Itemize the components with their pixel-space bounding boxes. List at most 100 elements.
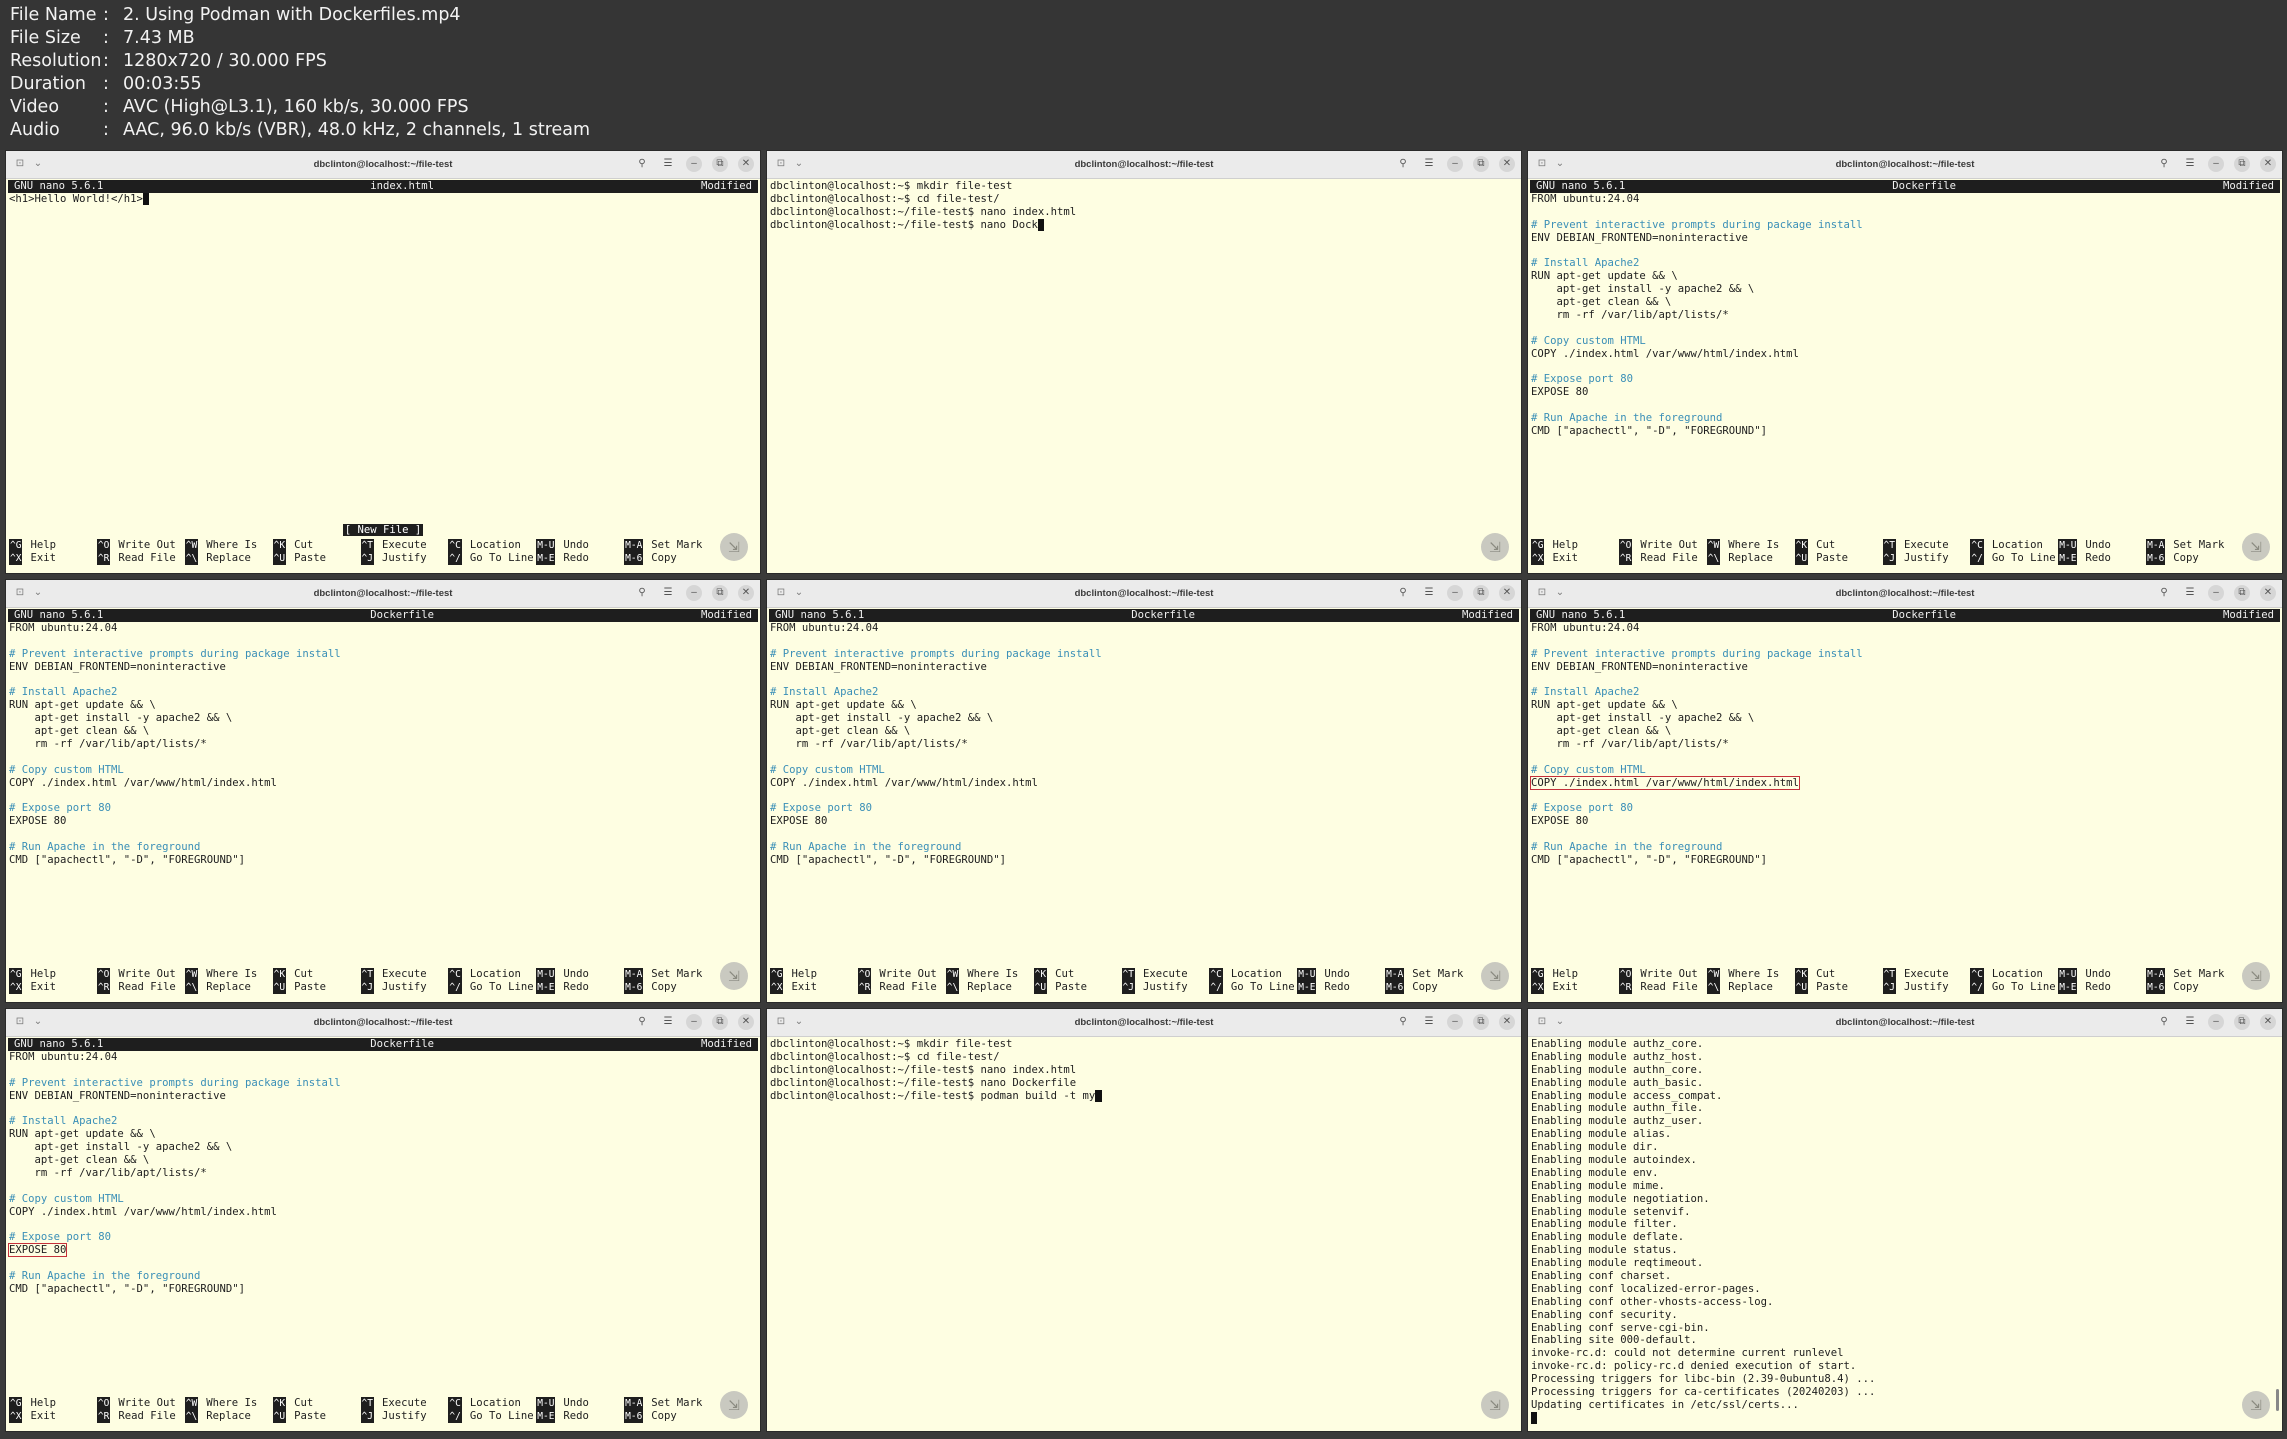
shortcut-read-file[interactable]: ^R Read File — [96, 552, 185, 565]
maximize-icon[interactable]: ⧉ — [2234, 1014, 2250, 1030]
shortcut-go-to-line[interactable]: ^/ Go To Line — [448, 981, 536, 994]
menu-icon[interactable]: ☰ — [660, 1014, 676, 1030]
close-icon[interactable]: ✕ — [1499, 1014, 1515, 1030]
shortcut-copy[interactable]: M-6 Copy — [2146, 981, 2234, 994]
menu-icon[interactable]: ☰ — [1421, 585, 1437, 601]
terminal-content[interactable]: Enabling module authz_core. Enabling modu… — [1528, 1038, 2282, 1431]
terminal-content[interactable]: dbclinton@localhost:~$ mkdir file-test db… — [767, 180, 1521, 573]
shortcut-read-file[interactable]: ^R Read File — [96, 1410, 185, 1423]
shortcut-paste[interactable]: ^U Paste — [1794, 981, 1883, 994]
shortcut-location[interactable]: ^C Location — [1209, 968, 1297, 981]
maximize-icon[interactable]: ⧉ — [712, 156, 728, 172]
maximize-icon[interactable]: ⧉ — [712, 1014, 728, 1030]
shortcut-redo[interactable]: M-E Redo — [1297, 981, 1385, 994]
shortcut-redo[interactable]: M-E Redo — [2058, 552, 2146, 565]
shortcut-where-is[interactable]: ^W Where Is — [1706, 968, 1795, 981]
menu-icon[interactable]: ☰ — [2182, 1014, 2198, 1030]
shortcut-justify[interactable]: ^J Justify — [1882, 981, 1971, 994]
minimize-icon[interactable]: – — [2208, 1014, 2224, 1030]
scroll-down-icon[interactable]: ⇲ — [2242, 962, 2270, 990]
shortcut-paste[interactable]: ^U Paste — [272, 1410, 361, 1423]
search-icon[interactable]: ⚲ — [634, 585, 650, 601]
shortcut-go-to-line[interactable]: ^/ Go To Line — [448, 1410, 536, 1423]
search-icon[interactable]: ⚲ — [2156, 156, 2172, 172]
shortcut-execute[interactable]: ^T Execute — [1882, 968, 1971, 981]
shortcut-execute[interactable]: ^T Execute — [1121, 968, 1210, 981]
close-icon[interactable]: ✕ — [2260, 585, 2276, 601]
shortcut-read-file[interactable]: ^R Read File — [857, 981, 946, 994]
menu-icon[interactable]: ☰ — [660, 585, 676, 601]
search-icon[interactable]: ⚲ — [1395, 1014, 1411, 1030]
shortcut-where-is[interactable]: ^W Where Is — [945, 968, 1034, 981]
shortcut-write-out[interactable]: ^O Write Out — [96, 968, 185, 981]
shortcut-read-file[interactable]: ^R Read File — [1618, 552, 1707, 565]
shortcut-exit[interactable]: ^X Exit — [9, 552, 97, 565]
terminal-content[interactable]: GNU nano 5.6.1 Dockerfile Modified FROM ubu… — [6, 609, 760, 1002]
scroll-down-icon[interactable]: ⇲ — [2242, 533, 2270, 561]
shortcut-help[interactable]: ^G Help — [770, 968, 858, 981]
minimize-icon[interactable]: – — [2208, 585, 2224, 601]
shortcut-paste[interactable]: ^U Paste — [1794, 552, 1883, 565]
shortcut-undo[interactable]: M-U Undo — [536, 539, 624, 552]
minimize-icon[interactable]: – — [686, 156, 702, 172]
shortcut-write-out[interactable]: ^O Write Out — [1618, 968, 1707, 981]
menu-icon[interactable]: ☰ — [2182, 585, 2198, 601]
shortcut-where-is[interactable]: ^W Where Is — [184, 539, 273, 552]
shortcut-where-is[interactable]: ^W Where Is — [184, 1397, 273, 1410]
shortcut-execute[interactable]: ^T Execute — [1882, 539, 1971, 552]
maximize-icon[interactable]: ⧉ — [1473, 156, 1489, 172]
minimize-icon[interactable]: – — [1447, 1014, 1463, 1030]
shortcut-set-mark[interactable]: M-A Set Mark — [1385, 968, 1473, 981]
shortcut-write-out[interactable]: ^O Write Out — [857, 968, 946, 981]
maximize-icon[interactable]: ⧉ — [2234, 585, 2250, 601]
scroll-down-icon[interactable]: ⇲ — [1481, 962, 1509, 990]
close-icon[interactable]: ✕ — [1499, 585, 1515, 601]
shortcut-cut[interactable]: ^K Cut — [1033, 968, 1122, 981]
shortcut-replace[interactable]: ^\ Replace — [945, 981, 1034, 994]
shortcut-replace[interactable]: ^\ Replace — [1706, 981, 1795, 994]
terminal-content[interactable]: GNU nano 5.6.1 Dockerfile Modified FROM ubu… — [6, 1038, 760, 1431]
shortcut-go-to-line[interactable]: ^/ Go To Line — [1970, 552, 2058, 565]
shortcut-location[interactable]: ^C Location — [1970, 539, 2058, 552]
shortcut-set-mark[interactable]: M-A Set Mark — [624, 968, 712, 981]
minimize-icon[interactable]: – — [1447, 156, 1463, 172]
shortcut-where-is[interactable]: ^W Where Is — [1706, 539, 1795, 552]
shortcut-undo[interactable]: M-U Undo — [536, 1397, 624, 1410]
shortcut-set-mark[interactable]: M-A Set Mark — [2146, 968, 2234, 981]
maximize-icon[interactable]: ⧉ — [1473, 585, 1489, 601]
shortcut-paste[interactable]: ^U Paste — [1033, 981, 1122, 994]
shortcut-replace[interactable]: ^\ Replace — [184, 981, 273, 994]
scroll-down-icon[interactable]: ⇲ — [720, 533, 748, 561]
terminal-content[interactable]: GNU nano 5.6.1 Dockerfile Modified FROM ubu… — [767, 609, 1521, 1002]
shortcut-paste[interactable]: ^U Paste — [272, 552, 361, 565]
close-icon[interactable]: ✕ — [738, 1014, 754, 1030]
shortcut-execute[interactable]: ^T Execute — [360, 968, 449, 981]
shortcut-go-to-line[interactable]: ^/ Go To Line — [448, 552, 536, 565]
close-icon[interactable]: ✕ — [738, 156, 754, 172]
shortcut-redo[interactable]: M-E Redo — [536, 981, 624, 994]
shortcut-location[interactable]: ^C Location — [448, 1397, 536, 1410]
shortcut-where-is[interactable]: ^W Where Is — [184, 968, 273, 981]
shortcut-justify[interactable]: ^J Justify — [360, 1410, 449, 1423]
shortcut-location[interactable]: ^C Location — [1970, 968, 2058, 981]
shortcut-undo[interactable]: M-U Undo — [2058, 539, 2146, 552]
shortcut-location[interactable]: ^C Location — [448, 539, 536, 552]
shortcut-copy[interactable]: M-6 Copy — [2146, 552, 2234, 565]
shortcut-copy[interactable]: M-6 Copy — [624, 1410, 712, 1423]
terminal-content[interactable]: GNU nano 5.6.1 index.html Modified <h1>Hell… — [6, 180, 760, 573]
shortcut-cut[interactable]: ^K Cut — [272, 1397, 361, 1410]
terminal-content[interactable]: GNU nano 5.6.1 Dockerfile Modified FROM ubu… — [1528, 609, 2282, 1002]
minimize-icon[interactable]: – — [686, 585, 702, 601]
search-icon[interactable]: ⚲ — [2156, 585, 2172, 601]
search-icon[interactable]: ⚲ — [1395, 156, 1411, 172]
shortcut-copy[interactable]: M-6 Copy — [1385, 981, 1473, 994]
shortcut-cut[interactable]: ^K Cut — [272, 968, 361, 981]
shortcut-help[interactable]: ^G Help — [1531, 539, 1619, 552]
menu-icon[interactable]: ☰ — [660, 156, 676, 172]
close-icon[interactable]: ✕ — [738, 585, 754, 601]
shortcut-undo[interactable]: M-U Undo — [2058, 968, 2146, 981]
shortcut-go-to-line[interactable]: ^/ Go To Line — [1970, 981, 2058, 994]
shortcut-exit[interactable]: ^X Exit — [9, 1410, 97, 1423]
shortcut-execute[interactable]: ^T Execute — [360, 539, 449, 552]
shortcut-copy[interactable]: M-6 Copy — [624, 552, 712, 565]
